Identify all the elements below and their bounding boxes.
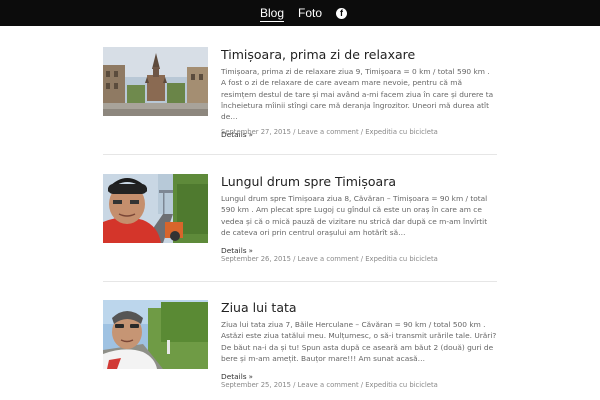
- post-meta: September 27, 2015 / Leave a comment / E…: [221, 128, 438, 136]
- details-link[interactable]: Details »: [221, 246, 253, 255]
- post-item: Timișoara, prima zi de relaxare Timișoar…: [103, 47, 497, 147]
- post-thumbnail[interactable]: [103, 300, 208, 369]
- facebook-icon[interactable]: f: [336, 7, 348, 19]
- post-meta: September 25, 2015 / Leave a comment / E…: [221, 381, 438, 389]
- double-chevron-right-icon: »: [248, 372, 253, 381]
- selfie-photo: [103, 174, 208, 243]
- details-label: Details: [221, 372, 247, 382]
- selfie-photo: [103, 300, 208, 369]
- post-excerpt: Ziua lui tata ziua 7, Băile Herculane – …: [221, 320, 497, 363]
- category-link[interactable]: Expeditia cu bicicleta: [365, 255, 438, 263]
- post-date[interactable]: September 25, 2015: [221, 381, 291, 389]
- post-item: Lungul drum spre Timișoara Lungul drum s…: [103, 174, 497, 274]
- post-title[interactable]: Lungul drum spre Timișoara: [221, 174, 497, 189]
- post-thumbnail[interactable]: [103, 174, 208, 243]
- details-link[interactable]: Details »: [221, 372, 253, 381]
- leave-comment-link[interactable]: Leave a comment: [298, 128, 359, 136]
- post-thumbnail[interactable]: [103, 47, 208, 116]
- post-date[interactable]: September 26, 2015: [221, 255, 291, 263]
- post-date[interactable]: September 27, 2015: [221, 128, 291, 136]
- nav-foto-link[interactable]: Foto: [298, 0, 322, 26]
- post-title[interactable]: Timișoara, prima zi de relaxare: [221, 47, 497, 62]
- nav-blog-link[interactable]: Blog: [259, 0, 285, 26]
- post-excerpt: Timișoara, prima zi de relaxare ziua 9, …: [221, 67, 494, 122]
- double-chevron-right-icon: »: [248, 246, 253, 255]
- post-divider: [103, 281, 497, 282]
- category-link[interactable]: Expeditia cu bicicleta: [365, 381, 438, 389]
- top-nav-bar: Blog Foto f: [0, 0, 600, 26]
- post-divider: [103, 154, 497, 155]
- post-meta: September 26, 2015 / Leave a comment / E…: [221, 255, 438, 263]
- post-item: Ziua lui tata Ziua lui tata ziua 7, Băil…: [103, 300, 497, 400]
- leave-comment-link[interactable]: Leave a comment: [298, 381, 359, 389]
- category-link[interactable]: Expeditia cu bicicleta: [365, 128, 438, 136]
- post-title[interactable]: Ziua lui tata: [221, 300, 497, 315]
- leave-comment-link[interactable]: Leave a comment: [298, 255, 359, 263]
- details-label: Details: [221, 246, 247, 256]
- cathedral-photo: [103, 47, 208, 116]
- post-excerpt: Lungul drum spre Timișoara ziua 8, Căvăr…: [221, 194, 488, 237]
